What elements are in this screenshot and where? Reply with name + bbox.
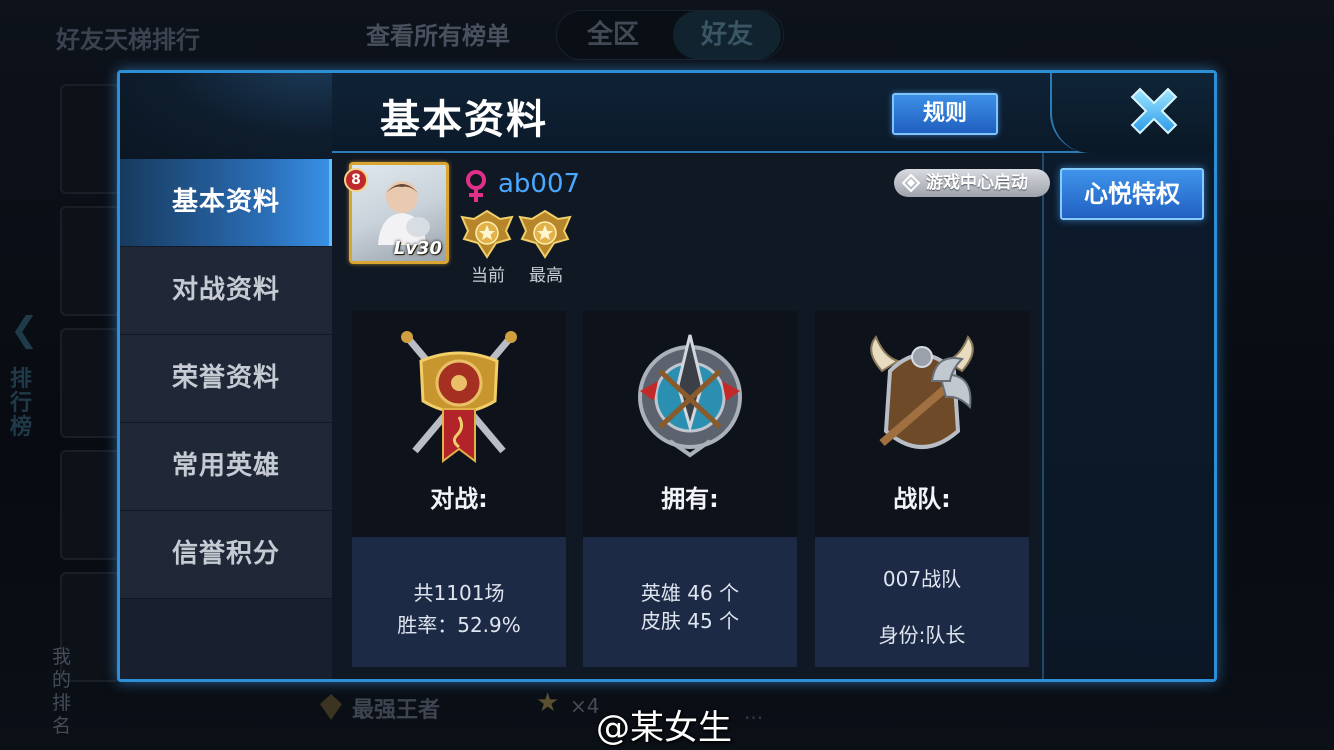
battle-label: 对战: [430,485,488,513]
skin-count: 皮肤 45 个 [640,609,740,633]
card-lower: 英雄 46 个 皮肤 45 个 [583,537,797,667]
basic-profile-dialog: 基本资料 规则 基本资料 对战资料 荣誉资料 常用英雄 信誉积分 Lv30 8 … [117,70,1217,682]
dialog-title: 基本资料 [380,97,548,143]
team-role: 身份:队长 [878,623,966,647]
hero-count: 英雄 46 个 [640,581,740,605]
xinyue-privilege-button[interactable]: 心悦特权 [1060,168,1204,220]
tab-friends[interactable]: 好友 [673,11,781,59]
sidebar-item-honor-info[interactable]: 荣誉资料 [120,335,332,423]
close-button-area [1050,73,1214,153]
card-lower: 共1101场 胜率：52.9% [352,537,566,667]
ranking-entry [60,328,120,438]
king-rank-icon [320,694,342,720]
player-level: Lv30 [393,238,442,259]
ranking-entry [60,206,120,316]
team-stats-card: 战队: 007战队 身份:队长 [815,311,1029,667]
rank-name: 最强王者 [352,698,441,723]
view-all-rankings-link[interactable]: 查看所有榜单 [366,16,510,51]
gold-rank-medal-icon [518,209,572,259]
card-upper: 战队: [815,311,1029,537]
watermark-text: @某女生 [596,708,732,748]
sidebar-filler [120,599,332,679]
team-label: 战队: [893,485,951,513]
sidebar-item-credit-score[interactable]: 信誉积分 [120,511,332,599]
card-upper: 对战: [352,311,566,537]
crossed-swords-shield-icon [401,331,517,463]
gold-rank-medal-icon [460,209,514,259]
female-icon [466,170,486,202]
more-ellipsis: ... [744,700,764,724]
vip-level-badge: 8 [344,168,368,192]
profile-sidebar: 基本资料 对战资料 荣誉资料 常用英雄 信誉积分 [120,159,332,679]
team-name: 007战队 [882,567,962,591]
game-center-icon [902,174,920,192]
leaderboard-side-tab[interactable]: ❮ 排行榜 [0,300,44,460]
avatar-photo [378,181,430,245]
spear-emblem-icon [638,334,742,458]
current-rank-label: 当前 [471,266,505,286]
owned-label: 拥有: [661,485,719,513]
horned-helmet-axe-icon [870,335,974,449]
friends-ladder-title: 好友天梯排行 [56,26,200,54]
ranking-scope-tabs: 全区 好友 [556,10,784,60]
player-name: ab007 [498,169,581,199]
star-icon: ★ [536,688,560,718]
card-lower: 007战队 身份:队长 [815,537,1029,667]
highest-rank-label: 最高 [529,266,563,286]
rules-button[interactable]: 规则 [892,93,998,135]
card-upper: 拥有: [583,311,797,537]
game-center-launch-button[interactable]: 游戏中心启动 [894,169,1050,197]
leaderboard-side-label: 排行榜 [10,367,33,440]
total-matches: 共1101场 [413,581,505,605]
sidebar-item-common-heroes[interactable]: 常用英雄 [120,423,332,511]
win-rate: 胜率：52.9% [397,613,521,637]
sidebar-item-battle-info[interactable]: 对战资料 [120,247,332,335]
tab-all-server[interactable]: 全区 [559,11,667,59]
battle-stats-card: 对战: 共1101场 胜率：52.9% [352,311,566,667]
ranking-entry [60,84,120,194]
right-panel-strip [1042,153,1214,679]
owned-stats-card: 拥有: 英雄 46 个 皮肤 45 个 [583,311,797,667]
dialog-corner-decoration [120,73,332,159]
close-x-icon[interactable] [1122,79,1186,143]
chevron-left-icon: ❮ [10,310,39,350]
sidebar-item-basic-info[interactable]: 基本资料 [120,159,332,247]
my-rank-label: 我的排名 [52,646,72,737]
game-center-launch-label: 游戏中心启动 [926,173,1028,193]
ranking-entry [60,450,120,560]
